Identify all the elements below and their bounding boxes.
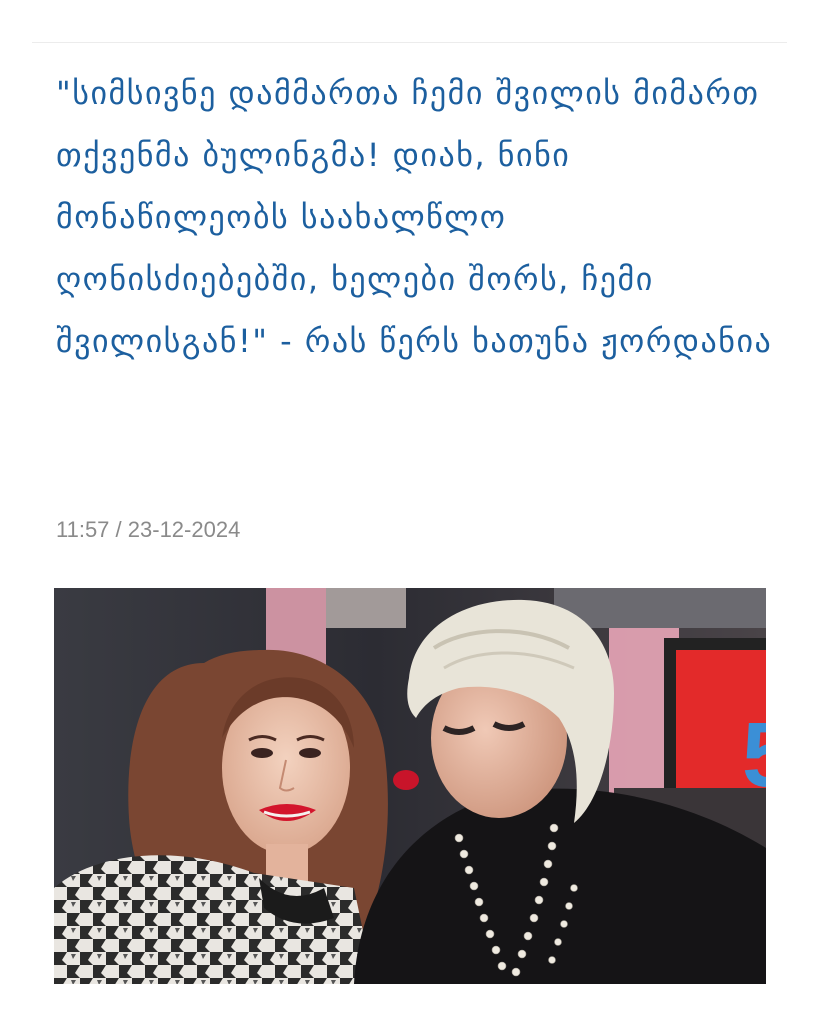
right-woman-lips <box>393 770 419 790</box>
studio-ceiling-panel <box>326 588 406 628</box>
article-time: 11:57 <box>56 517 110 542</box>
article-photo[interactable]: 5 <box>54 588 766 984</box>
left-woman-eye <box>251 748 273 758</box>
left-woman-eye <box>299 748 321 758</box>
top-divider <box>32 42 787 43</box>
timestamp-separator: / <box>109 517 128 542</box>
photo-illustration: 5 <box>54 588 766 984</box>
article-title[interactable]: "სიმსივნე დამმართა ჩემი შვილის მიმართ თქ… <box>56 62 776 372</box>
studio-rig <box>554 588 766 628</box>
article-timestamp: 11:57 / 23-12-2024 <box>56 517 240 543</box>
article-date: 23-12-2024 <box>127 517 241 542</box>
